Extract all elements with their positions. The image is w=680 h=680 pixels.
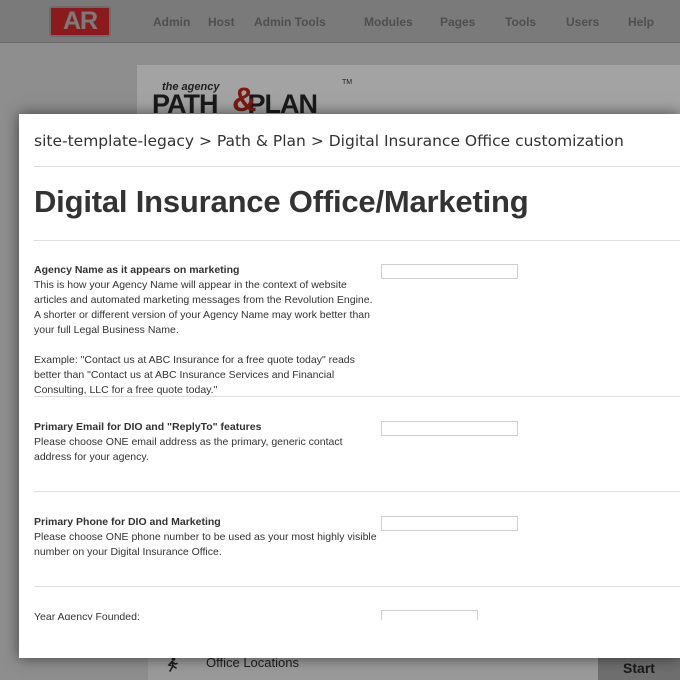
primary-email-label: Primary Email for DIO and "ReplyTo" feat…: [34, 421, 262, 433]
agency-name-help-text: This is how your Agency Name will appear…: [34, 279, 373, 336]
customization-modal: site-template-legacy > Path & Plan > Dig…: [19, 114, 680, 658]
nav-item-help[interactable]: Help: [628, 15, 654, 29]
trademark-mark: TM: [342, 79, 353, 86]
primary-phone-label: Primary Phone for DIO and Marketing: [34, 516, 221, 528]
primary-phone-input[interactable]: [381, 516, 518, 531]
year-founded-input[interactable]: [381, 610, 478, 620]
logo-text: AR: [62, 7, 98, 35]
nav-item-users[interactable]: Users: [566, 15, 599, 29]
nav-item-admin[interactable]: Admin: [153, 15, 190, 29]
page-title: Digital Insurance Office/Marketing: [34, 184, 529, 219]
primary-phone-field: Primary Phone for DIO and Marketing Plea…: [34, 515, 680, 560]
primary-phone-description: Please choose ONE phone number to be use…: [34, 531, 377, 558]
agency-name-example-text: Example: "Contact us at ABC Insurance fo…: [34, 354, 355, 396]
breadcrumb: site-template-legacy > Path & Plan > Dig…: [34, 132, 624, 150]
breadcrumb-current: Digital Insurance Office customization: [328, 132, 624, 150]
breadcrumb-separator: >: [310, 132, 324, 150]
year-founded-label: Year Agency Founded:: [34, 611, 140, 620]
nav-item-tools[interactable]: Tools: [505, 15, 536, 29]
agency-name-field: Agency Name as it appears on marketing T…: [34, 263, 680, 398]
runner-icon: [165, 657, 179, 676]
primary-email-description: Please choose ONE email address as the p…: [34, 436, 343, 463]
agency-name-description: This is how your Agency Name will appear…: [34, 278, 380, 398]
agency-name-input[interactable]: [381, 264, 518, 279]
top-navigation-bar: AR Admin Host Admin Tools Modules Pages …: [0, 0, 680, 43]
nav-item-host[interactable]: Host: [208, 15, 235, 29]
nav-item-modules[interactable]: Modules: [364, 15, 413, 29]
primary-email-field: Primary Email for DIO and "ReplyTo" feat…: [34, 420, 680, 465]
divider: [34, 240, 680, 241]
divider: [34, 166, 680, 167]
divider: [34, 586, 680, 587]
breadcrumb-path-and-plan[interactable]: Path & Plan: [217, 132, 306, 150]
primary-email-input[interactable]: [381, 421, 518, 436]
path-and-plan-logo: the agency PATH PLAN & TM: [150, 77, 355, 119]
year-founded-field: Year Agency Founded:: [34, 610, 680, 620]
breadcrumb-site[interactable]: site-template-legacy: [34, 132, 194, 150]
agency-name-label: Agency Name as it appears on marketing: [34, 264, 240, 276]
divider: [34, 491, 680, 492]
divider: [34, 396, 680, 397]
breadcrumb-separator: >: [198, 132, 212, 150]
nav-item-pages[interactable]: Pages: [440, 15, 475, 29]
nav-item-admin-tools[interactable]: Admin Tools: [254, 15, 326, 29]
start-button[interactable]: Start: [598, 656, 680, 680]
ar-logo[interactable]: AR: [49, 6, 111, 37]
